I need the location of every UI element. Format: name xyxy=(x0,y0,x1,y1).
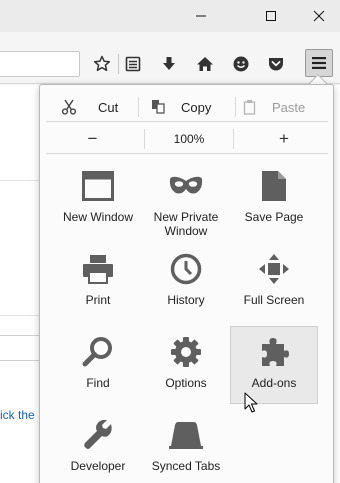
copy-label: Copy xyxy=(181,99,212,115)
content-divider xyxy=(0,180,40,181)
toolbar-separator xyxy=(118,54,119,74)
new-window-icon xyxy=(82,171,114,201)
wrench-icon xyxy=(84,419,112,449)
reading-list-button[interactable] xyxy=(121,52,145,76)
edit-controls: Cut Copy Paste xyxy=(41,93,334,121)
paste-button[interactable]: Paste xyxy=(236,93,334,121)
copy-button[interactable]: Copy xyxy=(139,93,235,121)
hello-icon xyxy=(233,56,249,72)
developer-button[interactable]: Developer xyxy=(54,414,142,483)
cut-button[interactable]: Cut xyxy=(41,93,138,121)
home-icon xyxy=(197,57,213,71)
mouse-cursor-icon xyxy=(244,392,258,413)
print-button[interactable]: Print xyxy=(54,248,142,324)
downloads-icon xyxy=(163,57,175,70)
content-divider xyxy=(0,315,40,316)
close-button[interactable] xyxy=(296,0,340,32)
history-button[interactable]: History xyxy=(142,248,230,324)
maximize-icon xyxy=(266,11,276,21)
new-window-label: New Window xyxy=(62,210,134,224)
synced-tabs-label: Synced Tabs xyxy=(151,459,221,473)
hello-button[interactable] xyxy=(229,52,253,76)
synced-tabs-button[interactable]: Synced Tabs xyxy=(142,414,230,483)
full-screen-label: Full Screen xyxy=(243,293,305,307)
menu-icon xyxy=(312,57,326,69)
home-button[interactable] xyxy=(193,52,217,76)
full-screen-button[interactable]: Full Screen xyxy=(230,248,318,324)
url-bar[interactable] xyxy=(0,51,80,77)
synced-tabs-icon xyxy=(169,422,203,449)
full-screen-icon xyxy=(259,254,289,284)
open-menu-button[interactable] xyxy=(305,49,333,77)
paste-icon xyxy=(243,100,256,115)
scissors-icon xyxy=(61,99,77,115)
content-input[interactable] xyxy=(0,335,42,361)
navigation-toolbar xyxy=(0,32,340,84)
paste-label: Paste xyxy=(272,99,306,115)
maximize-button[interactable] xyxy=(248,0,294,32)
zoom-controls: − 100% + xyxy=(41,125,334,153)
printer-icon xyxy=(83,255,113,284)
reading-list-icon xyxy=(125,56,141,72)
options-button[interactable]: Options xyxy=(142,331,230,407)
cut-label: Cut xyxy=(98,99,119,115)
bookmark-star-icon xyxy=(93,55,111,72)
minimize-icon xyxy=(196,15,206,17)
zoom-in-button[interactable]: + xyxy=(234,125,334,153)
bookmark-button[interactable] xyxy=(90,52,114,76)
panel-divider xyxy=(46,153,328,154)
find-button[interactable]: Find xyxy=(54,331,142,407)
save-page-icon xyxy=(262,171,286,201)
developer-label: Developer xyxy=(70,459,126,473)
history-label: History xyxy=(167,293,205,307)
clock-icon xyxy=(170,253,202,285)
minimize-button[interactable] xyxy=(178,0,224,32)
private-mask-icon xyxy=(169,176,203,194)
panel-divider xyxy=(46,121,328,122)
menu-panel: Cut Copy Paste − 100% + New Window New P… xyxy=(39,84,334,483)
save-page-button[interactable]: Save Page xyxy=(230,165,318,241)
close-icon xyxy=(313,10,325,22)
new-private-window-label: New Private Window xyxy=(153,210,219,238)
new-private-window-button[interactable]: New Private Window xyxy=(142,165,230,241)
pocket-icon xyxy=(269,58,283,71)
window-title-bar xyxy=(0,0,340,32)
content-link[interactable]: ick the xyxy=(0,408,35,422)
print-label: Print xyxy=(85,293,111,307)
zoom-out-button[interactable]: − xyxy=(41,125,144,153)
pocket-button[interactable] xyxy=(264,52,288,76)
new-window-button[interactable]: New Window xyxy=(54,165,142,241)
add-ons-label: Add-ons xyxy=(251,376,297,390)
find-label: Find xyxy=(86,376,110,390)
copy-icon xyxy=(152,100,165,114)
gear-icon xyxy=(171,337,201,367)
options-label: Options xyxy=(165,376,207,390)
downloads-button[interactable] xyxy=(157,52,181,76)
magnifier-icon xyxy=(82,337,112,367)
zoom-reset-button[interactable]: 100% xyxy=(145,125,233,153)
save-page-label: Save Page xyxy=(244,210,304,224)
puzzle-piece-icon xyxy=(262,338,289,366)
